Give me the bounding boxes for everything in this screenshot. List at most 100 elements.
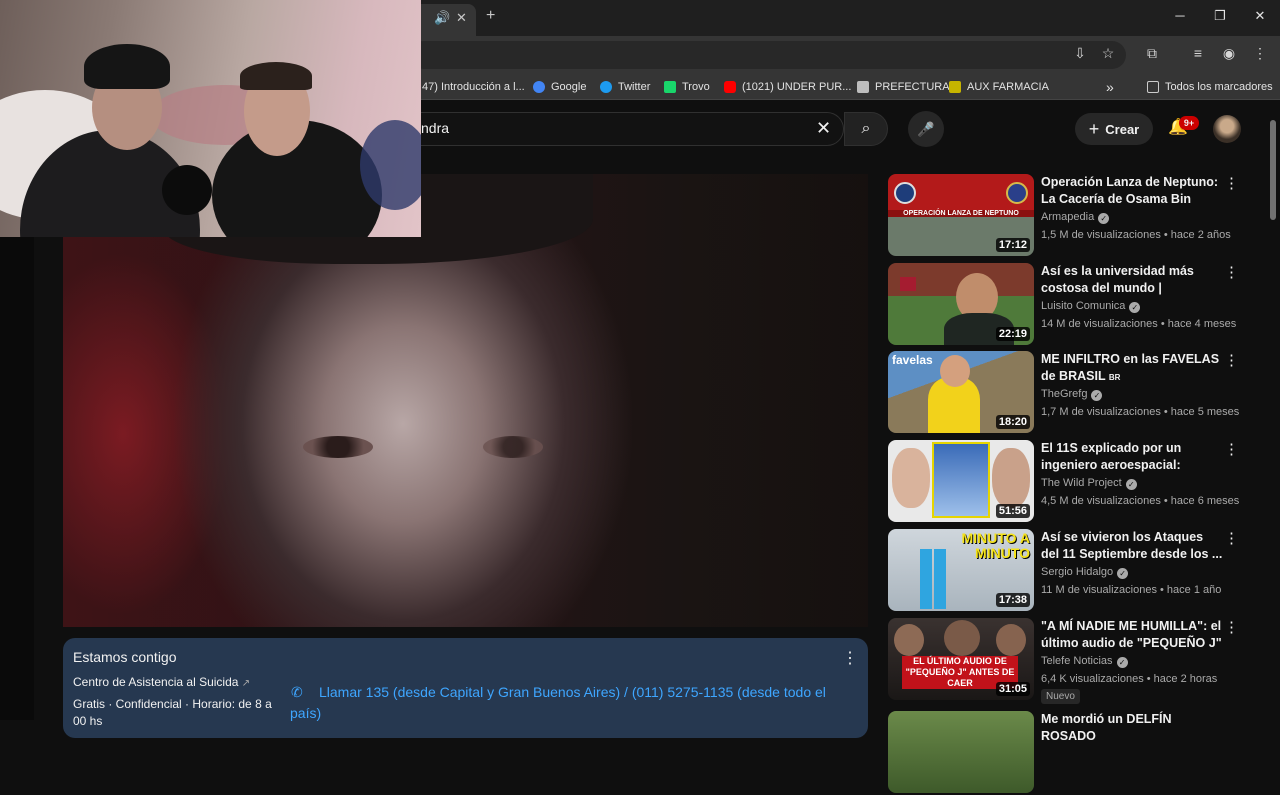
more-actions-icon[interactable]: ⋮ bbox=[1224, 351, 1239, 369]
recommendation-item[interactable]: 51:56 El 11S explicado por un ingeniero … bbox=[888, 440, 1268, 524]
more-actions-icon[interactable]: ⋮ bbox=[1224, 618, 1239, 636]
bookmark-item[interactable]: Google bbox=[533, 79, 586, 95]
bookmarks-overflow-icon[interactable]: » bbox=[1106, 79, 1114, 95]
headphones-icon bbox=[162, 165, 212, 215]
search-button[interactable]: ⌕ bbox=[844, 112, 888, 146]
video-thumbnail[interactable]: EL ÚLTIMO AUDIO DE "PEQUEÑO J" ANTES DE … bbox=[888, 618, 1034, 700]
crisis-org-link[interactable]: Centro de Asistencia al Suicida ↗ bbox=[73, 675, 250, 689]
recommendation-item[interactable]: MINUTO A MINUTO 17:38 Así se vivieron lo… bbox=[888, 529, 1268, 613]
thumbnail-person bbox=[996, 624, 1026, 656]
left-gutter bbox=[0, 237, 34, 720]
trovo-icon bbox=[664, 81, 676, 93]
more-actions-icon[interactable]: ⋮ bbox=[1224, 174, 1239, 192]
microphone-icon: 🎤 bbox=[917, 121, 935, 137]
pharmacy-icon bbox=[949, 81, 961, 93]
recommendation-item[interactable]: 22:19 Así es la universidad más costosa … bbox=[888, 263, 1268, 347]
channel-name[interactable]: TheGrefg ✓ bbox=[1041, 388, 1103, 401]
more-actions-icon[interactable]: ⋮ bbox=[1224, 529, 1239, 547]
crisis-org-name: Centro de Asistencia al Suicida bbox=[73, 675, 239, 689]
video-player[interactable] bbox=[63, 174, 868, 627]
create-button[interactable]: + Crear bbox=[1075, 113, 1153, 145]
video-thumbnail[interactable] bbox=[888, 711, 1034, 793]
google-icon bbox=[533, 81, 545, 93]
channel-label: TheGrefg bbox=[1041, 388, 1088, 400]
video-title[interactable]: "A MÍ NADIE ME HUMILLA": el último audio… bbox=[1041, 618, 1223, 652]
video-title-text: ME INFILTRO en las FAVELAS de BRASIL bbox=[1041, 352, 1220, 383]
video-title[interactable]: Así se vivieron los Ataques del 11 Septi… bbox=[1041, 529, 1223, 563]
notifications-badge: 9+ bbox=[1179, 116, 1199, 130]
bookmark-item[interactable]: 47) Introducción a l... bbox=[422, 79, 525, 95]
video-title[interactable]: El 11S explicado por un ingeniero aeroes… bbox=[1041, 440, 1223, 474]
voice-search-button[interactable]: 🎤 bbox=[908, 111, 944, 147]
thumbnail-person bbox=[892, 448, 930, 508]
new-tab-button[interactable]: + bbox=[486, 7, 495, 25]
webcam-cap bbox=[84, 44, 170, 89]
webcam-clothes-pile bbox=[360, 120, 421, 210]
crisis-panel-menu-icon[interactable]: ⋮ bbox=[842, 648, 858, 668]
extensions-icon[interactable]: ⧉ bbox=[1142, 45, 1162, 65]
video-thumbnail[interactable]: OPERACIÓN LANZA DE NEPTUNO 17:12 bbox=[888, 174, 1034, 256]
bookmark-label: PREFECTURA bbox=[875, 81, 950, 93]
video-meta: 6,4 K visualizaciones • hace 2 horas bbox=[1041, 673, 1218, 685]
bookmark-label: (1021) UNDER PUR... bbox=[742, 81, 852, 93]
channel-name[interactable]: Sergio Hidalgo ✓ bbox=[1041, 566, 1129, 579]
profile-icon[interactable]: ◉ bbox=[1219, 45, 1239, 65]
seal-icon bbox=[1006, 182, 1028, 204]
search-input[interactable] bbox=[400, 112, 844, 146]
video-duration: 17:12 bbox=[995, 238, 1030, 252]
bookmark-label: Google bbox=[551, 81, 587, 93]
thumbnail-person bbox=[940, 355, 970, 387]
thumbnail-tower bbox=[920, 549, 932, 609]
channel-label: The Wild Project bbox=[1041, 477, 1122, 489]
bookmark-item[interactable]: (1021) UNDER PUR... bbox=[724, 79, 851, 95]
minimize-button[interactable]: ─ bbox=[1166, 8, 1194, 28]
tab-audio-icon[interactable]: 🔊 bbox=[434, 10, 450, 26]
channel-name[interactable]: The Wild Project ✓ bbox=[1041, 477, 1137, 490]
tab-close-icon[interactable]: ✕ bbox=[456, 10, 467, 26]
thumbnail-tower bbox=[934, 549, 946, 609]
all-bookmarks-button[interactable]: Todos los marcadores bbox=[1147, 79, 1273, 95]
crisis-call-link[interactable]: Llamar 135 (desde Capital y Gran Buenos … bbox=[290, 682, 850, 724]
folder-icon bbox=[1147, 81, 1159, 93]
thumbnail-caption: MINUTO A MINUTO bbox=[961, 530, 1030, 561]
video-title[interactable]: ME INFILTRO en las FAVELAS de BRASIL BR bbox=[1041, 351, 1223, 385]
bookmark-item[interactable]: Trovo bbox=[664, 79, 710, 95]
media-controls-icon[interactable]: ≡ bbox=[1188, 45, 1208, 65]
close-window-button[interactable]: ✕ bbox=[1246, 8, 1274, 28]
webcam-overlay bbox=[0, 0, 421, 237]
page-scrollbar[interactable] bbox=[1270, 120, 1276, 220]
bookmark-label: 47) Introducción a l... bbox=[422, 81, 525, 93]
bookmark-label: Twitter bbox=[618, 81, 651, 93]
channel-name[interactable]: Telefe Noticias ✓ bbox=[1041, 655, 1128, 668]
more-actions-icon[interactable]: ⋮ bbox=[1224, 440, 1239, 458]
crisis-meta: Gratis · Confidencial · Horario: de 8 a … bbox=[73, 697, 272, 728]
recommendation-item[interactable]: OPERACIÓN LANZA DE NEPTUNO 17:12 Operaci… bbox=[888, 174, 1268, 258]
bookmark-item[interactable]: AUX FARMACIA bbox=[949, 79, 1049, 95]
search-clear-icon[interactable]: ✕ bbox=[816, 118, 831, 139]
video-title[interactable]: Así es la universidad más costosa del mu… bbox=[1041, 263, 1223, 297]
twitter-icon bbox=[600, 81, 612, 93]
channel-name[interactable]: Armapedia ✓ bbox=[1041, 211, 1110, 224]
video-thumbnail[interactable]: 22:19 bbox=[888, 263, 1034, 345]
address-bar[interactable] bbox=[410, 41, 1126, 69]
video-title[interactable]: Me mordió un DELFÍN ROSADO bbox=[1041, 711, 1223, 745]
channel-name[interactable]: Luisito Comunica ✓ bbox=[1041, 300, 1141, 313]
recommendation-item[interactable]: Me mordió un DELFÍN ROSADO bbox=[888, 711, 1268, 795]
more-actions-icon[interactable]: ⋮ bbox=[1224, 263, 1239, 281]
video-thumbnail[interactable]: favelas 18:20 bbox=[888, 351, 1034, 433]
recommendation-item[interactable]: favelas 18:20 ME INFILTRO en las FAVELAS… bbox=[888, 351, 1268, 435]
bookmark-item[interactable]: Twitter bbox=[600, 79, 650, 95]
recommendation-item[interactable]: EL ÚLTIMO AUDIO DE "PEQUEÑO J" ANTES DE … bbox=[888, 618, 1268, 704]
video-thumbnail[interactable]: 51:56 bbox=[888, 440, 1034, 522]
bookmark-label: AUX FARMACIA bbox=[967, 81, 1049, 93]
video-title[interactable]: Operación Lanza de Neptuno: La Cacería d… bbox=[1041, 174, 1223, 208]
video-thumbnail[interactable]: MINUTO A MINUTO 17:38 bbox=[888, 529, 1034, 611]
avatar[interactable] bbox=[1213, 115, 1241, 143]
bookmark-item[interactable]: PREFECTURA bbox=[857, 79, 950, 95]
maximize-button[interactable]: ❐ bbox=[1206, 8, 1234, 28]
create-label: Crear bbox=[1105, 121, 1140, 137]
browser-menu-icon[interactable]: ⋮ bbox=[1250, 45, 1270, 65]
install-app-icon[interactable]: ⇩ bbox=[1070, 45, 1090, 65]
search-query[interactable]: ndra bbox=[421, 120, 449, 136]
bookmark-star-icon[interactable]: ☆ bbox=[1098, 45, 1118, 65]
